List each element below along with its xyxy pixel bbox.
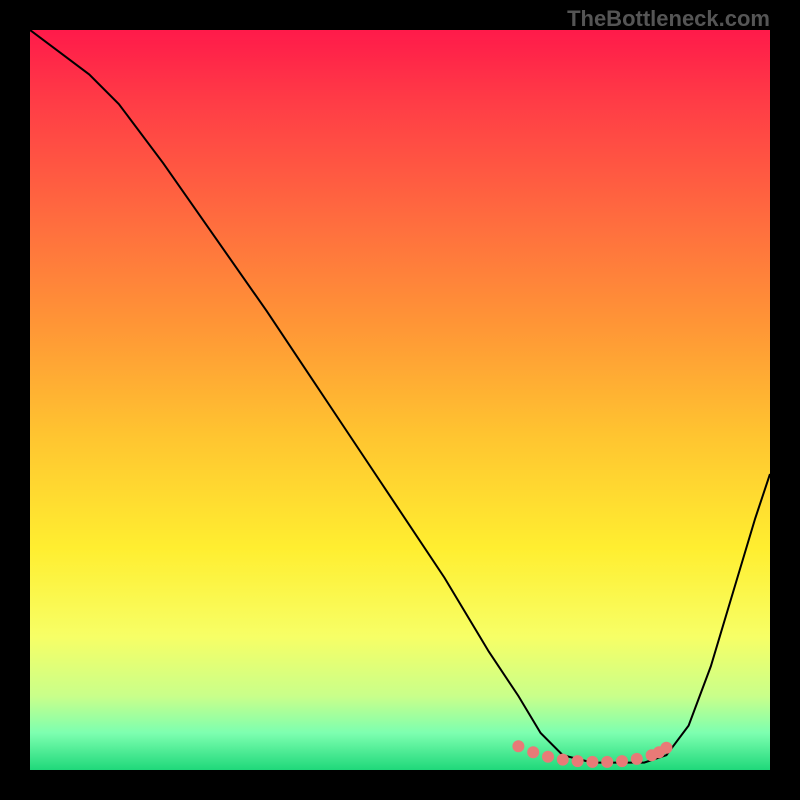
watermark-text: TheBottleneck.com <box>567 6 770 32</box>
optimum-marker <box>527 746 539 758</box>
optimum-marker <box>660 742 672 754</box>
optimum-marker <box>557 754 569 766</box>
optimum-marker <box>586 756 598 768</box>
optimum-marker <box>512 740 524 752</box>
optimum-marker <box>542 751 554 763</box>
chart-background <box>30 30 770 770</box>
chart-area <box>30 30 770 770</box>
optimum-marker <box>601 756 613 768</box>
optimum-marker <box>631 753 643 765</box>
chart-svg <box>30 30 770 770</box>
optimum-marker <box>616 755 628 767</box>
optimum-marker <box>572 755 584 767</box>
